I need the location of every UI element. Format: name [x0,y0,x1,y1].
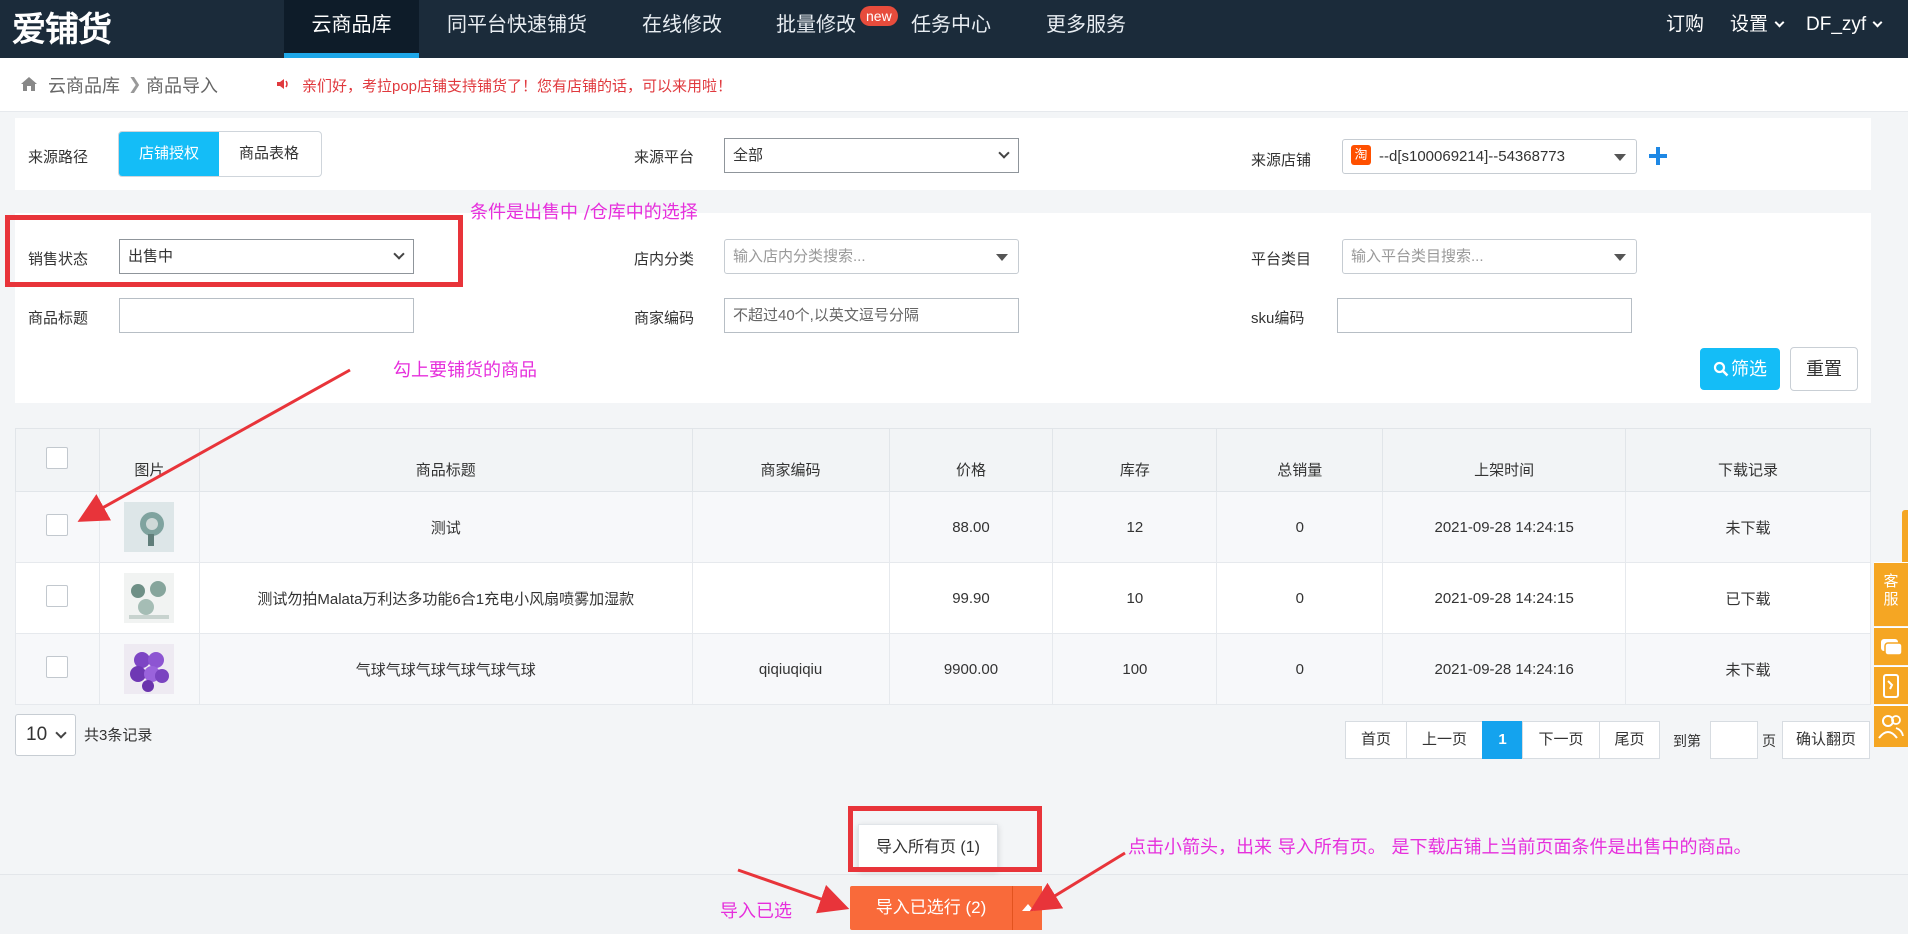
arrow-to-dropdown-toggle [1029,851,1126,912]
arrow-to-import-button [737,868,850,914]
annotation-arrows [77,368,1126,914]
arrow-to-checkbox [77,368,351,522]
